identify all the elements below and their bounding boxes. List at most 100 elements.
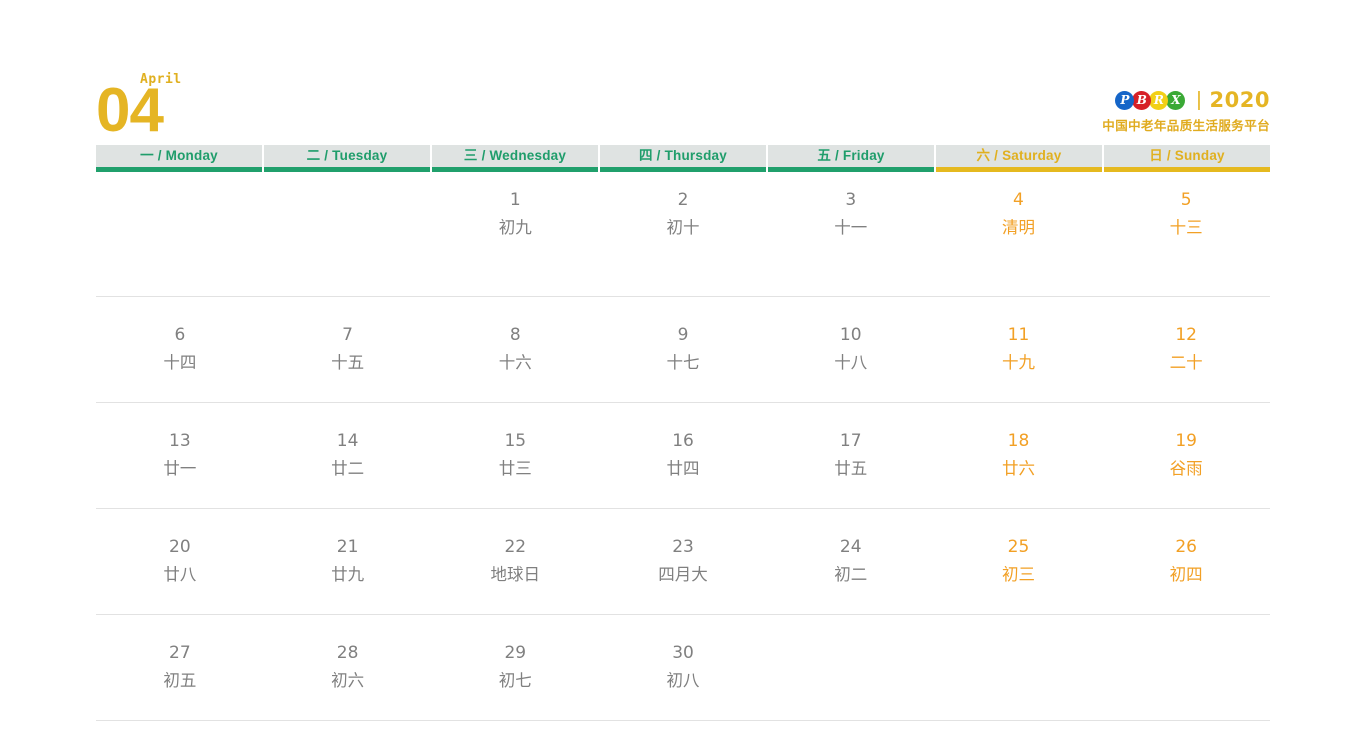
day-number: 27 — [169, 642, 191, 663]
day-lunar-label: 二十 — [1169, 354, 1203, 373]
weekday-header-2: 三 / Wednesday — [432, 145, 598, 172]
weekday-header-4: 五 / Friday — [768, 145, 934, 172]
day-number: 15 — [504, 430, 527, 451]
weekday-label: 六 / Saturday — [936, 145, 1102, 167]
brand-separator: | — [1196, 88, 1202, 111]
calendar-day-cell[interactable]: 28 初六 — [264, 615, 432, 720]
day-number: 9 — [677, 324, 689, 345]
calendar-day-cell[interactable]: 10 十八 — [767, 297, 935, 402]
weekday-header-3: 四 / Thursday — [600, 145, 766, 172]
day-lunar-label: 廿二 — [331, 460, 365, 479]
calendar-week-row: 20 廿八 21 廿九 22 地球日 23 四月大 24 初二 25 初三 26 初四 — [96, 509, 1270, 615]
calendar-day-cell[interactable]: 7 十五 — [264, 297, 432, 402]
weekday-header-row: 一 / Monday 二 / Tuesday 三 / Wednesday 四 / Th… — [96, 145, 1270, 172]
day-number: 22 — [504, 536, 527, 557]
calendar-day-cell[interactable]: 14 廿二 — [264, 403, 432, 508]
calendar-day-cell[interactable]: 2 初十 — [599, 172, 767, 296]
day-lunar-label: 初六 — [331, 672, 365, 691]
day-lunar-label: 初九 — [498, 219, 532, 238]
day-number: 17 — [839, 430, 862, 451]
day-lunar-label: 十三 — [1169, 219, 1203, 238]
day-number: 25 — [1007, 536, 1030, 557]
calendar-day-cell[interactable]: 5 十三 — [1102, 172, 1270, 296]
day-lunar-label: 廿一 — [163, 460, 197, 479]
day-number: 2 — [677, 190, 689, 210]
calendar-day-cell[interactable]: 11 十九 — [935, 297, 1103, 402]
calendar-day-cell[interactable]: 12 二十 — [1102, 297, 1270, 402]
day-number: 20 — [169, 536, 191, 557]
calendar-week-row: 1 初九 2 初十 3 十一 4 清明 5 十三 — [96, 172, 1270, 297]
day-lunar-label: 廿五 — [834, 460, 868, 479]
weekday-label: 四 / Thursday — [600, 145, 766, 167]
day-number: 30 — [672, 642, 694, 663]
day-lunar-label: 清明 — [1001, 219, 1035, 238]
day-number: 24 — [839, 536, 862, 557]
day-number: 1 — [509, 190, 521, 210]
calendar-day-cell[interactable]: 27 初五 — [96, 615, 264, 720]
day-lunar-label: 廿九 — [331, 566, 365, 585]
calendar-day-cell[interactable]: 1 初九 — [431, 172, 599, 296]
brand-logo-row: PBRX | 2020 — [1102, 88, 1270, 112]
day-lunar-label: 十四 — [163, 354, 197, 373]
day-number: 10 — [839, 324, 862, 345]
day-number: 8 — [509, 324, 521, 345]
calendar-day-cell[interactable]: 23 四月大 — [599, 509, 767, 614]
day-number: 4 — [1013, 190, 1024, 210]
weekday-label: 三 / Wednesday — [432, 145, 598, 167]
calendar-day-cell[interactable]: 24 初二 — [767, 509, 935, 614]
brand-tagline: 中国中老年品质生活服务平台 — [1102, 119, 1270, 133]
day-number: 18 — [1007, 430, 1030, 451]
calendar-day-cell[interactable]: 9 十七 — [599, 297, 767, 402]
day-lunar-label: 初八 — [666, 672, 700, 691]
calendar-day-cell[interactable]: 16 廿四 — [599, 403, 767, 508]
calendar-day-cell[interactable]: 30 初八 — [599, 615, 767, 720]
calendar-day-cell[interactable]: 18 廿六 — [935, 403, 1103, 508]
calendar-day-cell[interactable]: 19 谷雨 — [1102, 403, 1270, 508]
day-lunar-label: 初二 — [834, 566, 868, 585]
calendar-header: April 04 PBRX | 2020 中国中老年品质生活服务平台 — [96, 62, 1270, 146]
brand-letter-x-icon: X — [1166, 90, 1186, 110]
day-lunar-label: 初五 — [163, 672, 197, 691]
day-lunar-label: 十七 — [666, 354, 700, 373]
calendar-day-cell[interactable]: 22 地球日 — [431, 509, 599, 614]
calendar-week-row: 6 十四 7 十五 8 十六 9 十七 10 十八 11 十九 12 二十 — [96, 297, 1270, 403]
calendar-week-row: 13 廿一 14 廿二 15 廿三 16 廿四 17 廿五 18 廿六 19 谷雨 — [96, 403, 1270, 509]
calendar-day-cell[interactable]: 6 十四 — [96, 297, 264, 402]
day-lunar-label: 地球日 — [490, 566, 541, 585]
calendar-day-cell[interactable]: 3 十一 — [767, 172, 935, 296]
brand-letter-r-icon: R — [1149, 90, 1169, 110]
day-number: 28 — [336, 642, 359, 663]
day-lunar-label: 初四 — [1169, 566, 1203, 585]
brand-block: PBRX | 2020 中国中老年品质生活服务平台 — [1102, 88, 1270, 134]
day-lunar-label: 廿六 — [1001, 460, 1035, 479]
calendar-day-cell[interactable]: 17 廿五 — [767, 403, 935, 508]
brand-letter-b-icon: B — [1132, 90, 1152, 110]
day-number: 23 — [672, 536, 694, 557]
calendar-day-cell[interactable]: 20 廿八 — [96, 509, 264, 614]
calendar-day-cell[interactable]: 26 初四 — [1102, 509, 1270, 614]
day-number: 14 — [336, 430, 359, 451]
weekday-header-6: 日 / Sunday — [1104, 145, 1270, 172]
calendar-day-cell[interactable]: 29 初七 — [431, 615, 599, 720]
day-lunar-label: 廿八 — [163, 566, 197, 585]
calendar-day-cell[interactable]: 15 廿三 — [431, 403, 599, 508]
calendar-day-cell[interactable]: 4 清明 — [935, 172, 1103, 296]
day-number: 19 — [1175, 430, 1197, 451]
day-lunar-label: 十六 — [498, 354, 532, 373]
weekday-header-5: 六 / Saturday — [936, 145, 1102, 172]
weekday-label: 五 / Friday — [768, 145, 934, 167]
day-lunar-label: 四月大 — [658, 566, 708, 585]
weekday-label: 二 / Tuesday — [264, 145, 430, 167]
calendar-day-cell[interactable]: 25 初三 — [935, 509, 1103, 614]
calendar-day-cell[interactable]: 13 廿一 — [96, 403, 264, 508]
day-number: 21 — [336, 536, 359, 557]
day-number: 11 — [1007, 324, 1030, 345]
calendar-page: April 04 PBRX | 2020 中国中老年品质生活服务平台 一 / M… — [0, 0, 1366, 736]
calendar-day-cell[interactable]: 21 廿九 — [264, 509, 432, 614]
day-lunar-label: 初三 — [1001, 566, 1035, 585]
day-lunar-label: 谷雨 — [1169, 460, 1203, 479]
day-lunar-label: 十一 — [834, 219, 868, 238]
brand-year-label: 2020 — [1209, 88, 1270, 112]
day-number: 3 — [845, 190, 857, 210]
calendar-day-cell[interactable]: 8 十六 — [431, 297, 599, 402]
